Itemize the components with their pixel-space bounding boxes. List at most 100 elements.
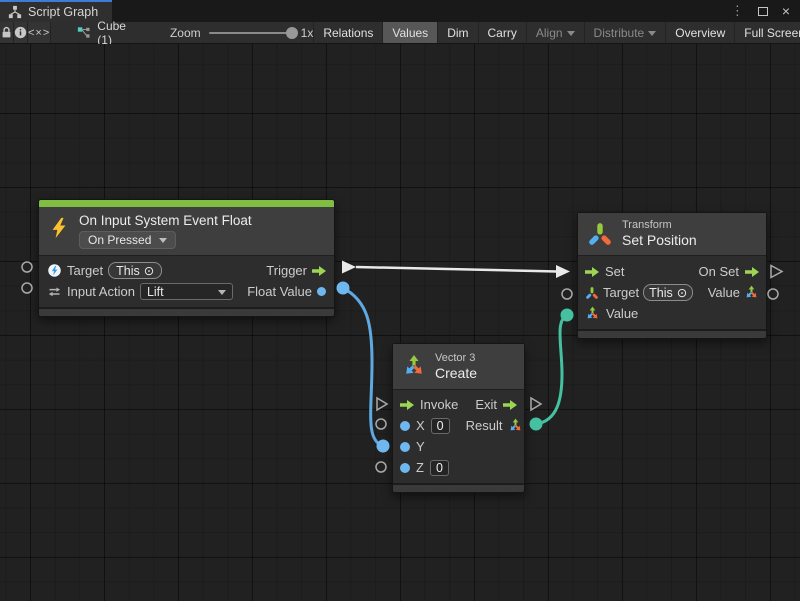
breadcrumb-label: Cube (1) bbox=[97, 19, 126, 47]
fullscreen-button[interactable]: Full Screen bbox=[734, 22, 800, 43]
x-in-port[interactable] bbox=[376, 419, 386, 429]
vector3-mini-icon bbox=[508, 418, 523, 433]
trigger-out-port[interactable] bbox=[342, 261, 356, 274]
lock-button[interactable] bbox=[0, 22, 14, 43]
node-footer bbox=[39, 307, 334, 316]
relations-button[interactable]: Relations bbox=[313, 22, 382, 43]
event-target-port[interactable] bbox=[22, 262, 32, 272]
graph-toolbar: <×> Cube (1) Zoom 1x Relations Values Di… bbox=[0, 22, 800, 44]
chevron-down-icon bbox=[567, 31, 575, 36]
info-button[interactable] bbox=[14, 22, 28, 43]
wire-trigger-to-set[interactable] bbox=[356, 267, 557, 272]
set-in-port[interactable] bbox=[556, 265, 570, 278]
graph-canvas[interactable]: On Input System Event Float On Pressed T… bbox=[0, 44, 800, 601]
on-set-label: On Set bbox=[699, 264, 739, 279]
y-port-dot[interactable] bbox=[400, 442, 410, 452]
wire-result-to-value[interactable] bbox=[536, 315, 567, 424]
event-target-row: Target This ⊙ Trigger bbox=[39, 260, 334, 281]
input-action-icon bbox=[47, 284, 62, 299]
transform-value-row: Value bbox=[578, 303, 766, 324]
y-label: Y bbox=[416, 439, 425, 454]
exec-arrow-icon bbox=[585, 267, 599, 277]
node-category: Vector 3 bbox=[435, 352, 477, 364]
on-set-out-port[interactable] bbox=[771, 266, 782, 278]
code-preview-label: <×> bbox=[28, 27, 50, 39]
target-label: Target bbox=[67, 263, 103, 278]
event-accent-bar bbox=[39, 200, 334, 207]
z-label: Z bbox=[416, 460, 424, 475]
x-port-dot[interactable] bbox=[400, 421, 410, 431]
y-row: Y bbox=[393, 436, 524, 457]
distribute-dropdown[interactable]: Distribute bbox=[584, 22, 666, 43]
dim-button[interactable]: Dim bbox=[437, 22, 477, 43]
value-out-port[interactable] bbox=[768, 289, 778, 299]
zoom-slider[interactable] bbox=[209, 32, 293, 34]
info-icon bbox=[14, 26, 27, 39]
z-value-field[interactable]: 0 bbox=[430, 460, 449, 476]
vector3-mini-icon bbox=[744, 285, 759, 300]
breadcrumb[interactable]: Cube (1) bbox=[77, 22, 126, 43]
maximize-icon[interactable] bbox=[758, 7, 768, 16]
z-port-dot[interactable] bbox=[400, 463, 410, 473]
overview-button[interactable]: Overview bbox=[665, 22, 734, 43]
exec-arrow-icon bbox=[745, 267, 759, 277]
vector3-icon bbox=[402, 354, 426, 378]
result-out-port[interactable] bbox=[530, 418, 543, 431]
exec-arrow-icon bbox=[400, 400, 414, 410]
x-value-field[interactable]: 0 bbox=[431, 418, 450, 434]
transform-mini-icon bbox=[585, 286, 599, 300]
node-vector3-create[interactable]: Vector 3 Create Invoke Exit X 0 Res bbox=[392, 343, 525, 493]
event-mode-dropdown[interactable]: On Pressed bbox=[79, 231, 176, 249]
object-picker-icon: ⊙ bbox=[677, 285, 687, 300]
align-dropdown[interactable]: Align bbox=[526, 22, 584, 43]
value-in-label: Value bbox=[606, 306, 638, 321]
node-title: Set Position bbox=[622, 232, 697, 248]
result-label: Result bbox=[466, 418, 503, 433]
carry-button[interactable]: Carry bbox=[478, 22, 526, 43]
float-port-dot[interactable] bbox=[317, 287, 326, 296]
set-row: Set On Set bbox=[578, 261, 766, 282]
exec-arrow-icon bbox=[503, 400, 517, 410]
input-action-label: Input Action bbox=[67, 284, 135, 299]
float-out-port[interactable] bbox=[337, 282, 350, 295]
tab-title: Script Graph bbox=[28, 5, 98, 19]
zoom-slider-knob[interactable] bbox=[286, 27, 298, 39]
value-in-port[interactable] bbox=[561, 309, 574, 322]
node-title: On Input System Event Float bbox=[79, 213, 252, 228]
lightning-icon bbox=[48, 216, 70, 240]
y-in-port[interactable] bbox=[377, 440, 390, 453]
node-transform-set-position[interactable]: Transform Set Position Set On Set Target… bbox=[577, 212, 767, 339]
lock-icon bbox=[0, 26, 13, 39]
event-action-port[interactable] bbox=[22, 283, 32, 293]
tab-script-graph[interactable]: Script Graph bbox=[0, 0, 112, 22]
x-row: X 0 Result bbox=[393, 415, 524, 436]
transform-icon bbox=[587, 221, 613, 247]
invoke-row: Invoke Exit bbox=[393, 394, 524, 415]
x-label: X bbox=[416, 418, 425, 433]
target-this-button[interactable]: This ⊙ bbox=[108, 262, 162, 279]
code-preview-button[interactable]: <×> bbox=[28, 22, 51, 43]
target-this-button[interactable]: This ⊙ bbox=[643, 284, 693, 301]
graph-breadcrumb-icon bbox=[77, 26, 91, 40]
invoke-label: Invoke bbox=[420, 397, 458, 412]
node-title: Create bbox=[435, 365, 477, 381]
values-button[interactable]: Values bbox=[382, 22, 437, 43]
invoke-in-port[interactable] bbox=[377, 398, 387, 410]
input-system-target-icon bbox=[47, 263, 62, 278]
script-graph-window: Script Graph ⋮ × <×> Cube (1) Zoom 1x bbox=[0, 0, 800, 601]
set-label: Set bbox=[605, 264, 625, 279]
chevron-down-icon bbox=[159, 238, 167, 243]
exit-out-port[interactable] bbox=[531, 398, 541, 410]
z-row: Z 0 bbox=[393, 457, 524, 478]
window-menu-icon[interactable]: ⋮ bbox=[731, 3, 744, 19]
node-footer bbox=[578, 329, 766, 338]
node-on-input-system-event-float[interactable]: On Input System Event Float On Pressed T… bbox=[38, 199, 335, 317]
close-icon[interactable]: × bbox=[782, 4, 790, 18]
zoom-value: 1x bbox=[301, 26, 314, 40]
exec-arrow-icon bbox=[312, 266, 326, 276]
input-action-select[interactable]: Lift bbox=[140, 283, 233, 300]
z-in-port[interactable] bbox=[376, 462, 386, 472]
transform-target-port[interactable] bbox=[562, 289, 572, 299]
script-graph-icon bbox=[8, 5, 22, 19]
node-footer bbox=[393, 483, 524, 492]
